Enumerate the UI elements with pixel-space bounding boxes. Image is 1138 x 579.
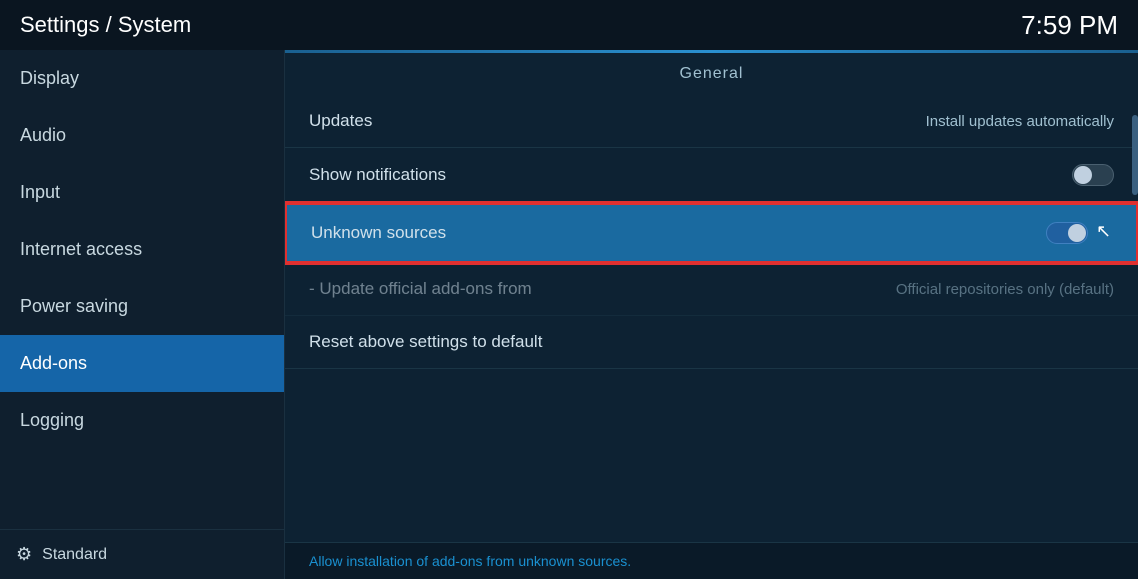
setting-label-update-add-ons: - Update official add-ons from (309, 279, 532, 299)
toggle-unknown-sources[interactable] (1046, 222, 1088, 244)
toggle-knob-unknown-sources (1068, 224, 1086, 242)
sidebar-item-add-ons[interactable]: Add-ons (0, 335, 284, 392)
setting-label-unknown-sources: Unknown sources (311, 223, 446, 243)
sidebar-item-input[interactable]: Input (0, 164, 284, 221)
clock: 7:59 PM (1021, 10, 1118, 41)
sidebar-item-internet-access[interactable]: Internet access (0, 221, 284, 278)
setting-row-updates[interactable]: Updates Install updates automatically (285, 95, 1138, 148)
setting-value-updates: Install updates automatically (926, 113, 1114, 130)
sidebar-item-power-saving[interactable]: Power saving (0, 278, 284, 335)
page-title: Settings / System (20, 12, 191, 38)
setting-row-show-notifications[interactable]: Show notifications (285, 148, 1138, 203)
section-label: General (285, 53, 1138, 95)
content-footer: Allow installation of add-ons from unkno… (285, 542, 1138, 579)
sidebar-item-audio[interactable]: Audio (0, 107, 284, 164)
setting-label-reset-settings: Reset above settings to default (309, 332, 542, 352)
toggle-show-notifications[interactable] (1072, 164, 1114, 186)
footer-text: Allow installation of add-ons from unkno… (309, 553, 631, 569)
main-layout: Display Audio Input Internet access Powe… (0, 50, 1138, 579)
sidebar: Display Audio Input Internet access Powe… (0, 50, 285, 579)
sidebar-item-logging[interactable]: Logging (0, 392, 284, 449)
gear-icon: ⚙ (16, 544, 32, 565)
scrollbar-thumb[interactable] (1132, 115, 1138, 195)
toggle-knob-show-notifications (1074, 166, 1092, 184)
cursor-icon: ↖ (1096, 221, 1112, 245)
setting-label-updates: Updates (309, 111, 372, 131)
setting-row-unknown-sources[interactable]: Unknown sources ↖ (285, 203, 1138, 263)
setting-value-update-add-ons: Official repositories only (default) (896, 281, 1114, 298)
settings-list: Updates Install updates automatically Sh… (285, 95, 1138, 542)
header: Settings / System 7:59 PM (0, 0, 1138, 50)
sidebar-footer: ⚙ Standard (0, 529, 284, 579)
setting-label-show-notifications: Show notifications (309, 165, 446, 185)
profile-label: Standard (42, 546, 107, 564)
content-area: General Updates Install updates automati… (285, 50, 1138, 579)
setting-row-reset-settings[interactable]: Reset above settings to default (285, 316, 1138, 369)
sidebar-item-display[interactable]: Display (0, 50, 284, 107)
setting-row-update-add-ons[interactable]: - Update official add-ons from Official … (285, 263, 1138, 316)
settings-wrapper: Updates Install updates automatically Sh… (285, 95, 1138, 542)
